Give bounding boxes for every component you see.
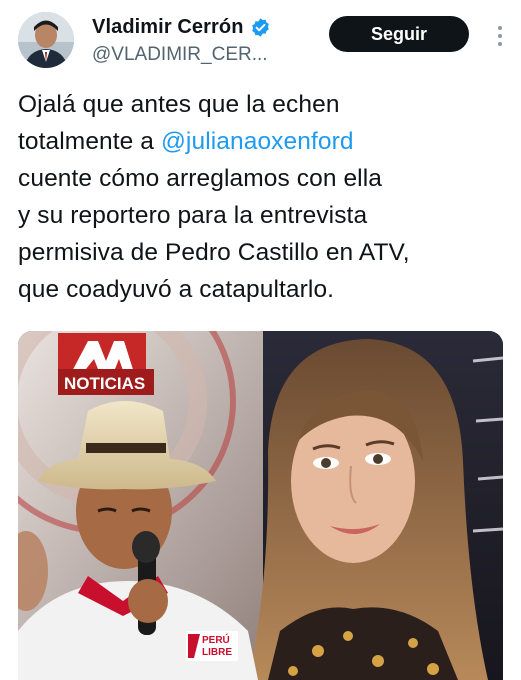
tweet-line: cuente cómo arreglamos con ella <box>18 165 382 192</box>
follow-button[interactable]: Seguir <box>329 16 469 52</box>
badge-line-2: LIBRE <box>202 647 232 658</box>
badge-line-1: PERÚ <box>202 633 230 646</box>
author-names: Vladimir Cerrón @VLADIMIR_CER... <box>92 14 322 66</box>
mention-link[interactable]: @julianaoxenford <box>161 128 354 155</box>
tweet-header: Vladimir Cerrón @VLADIMIR_CER... Seguir <box>18 12 508 70</box>
tweet-line: permisiva de Pedro Castillo en ATV, <box>18 239 410 266</box>
tweet-line: Ojalá que antes que la echen <box>18 91 340 118</box>
media-image: NOTICIAS PERÚ LIBRE <box>18 331 503 680</box>
display-name[interactable]: Vladimir Cerrón <box>92 16 244 39</box>
tweet-line: totalmente a @julianaoxenford <box>18 123 508 160</box>
tweet-text: Ojalá que antes que la echen totalmente … <box>18 86 508 308</box>
tweet-card: Vladimir Cerrón @VLADIMIR_CER... Seguir … <box>0 0 521 680</box>
tweet-line: y su reportero para la entrevista <box>18 202 368 229</box>
display-name-row: Vladimir Cerrón <box>92 14 322 40</box>
tweet-media[interactable]: NOTICIAS PERÚ LIBRE <box>18 331 503 680</box>
more-vertical-icon[interactable] <box>496 24 504 48</box>
verified-badge-icon <box>250 17 271 38</box>
tweet-line-prefix: totalmente a <box>18 128 161 155</box>
logo-text: NOTICIAS <box>64 374 145 393</box>
avatar[interactable] <box>18 12 74 68</box>
avatar-image <box>18 12 74 68</box>
tweet-line: que coadyuvó a catapultarlo. <box>18 276 335 303</box>
author-handle[interactable]: @VLADIMIR_CER... <box>92 44 322 66</box>
